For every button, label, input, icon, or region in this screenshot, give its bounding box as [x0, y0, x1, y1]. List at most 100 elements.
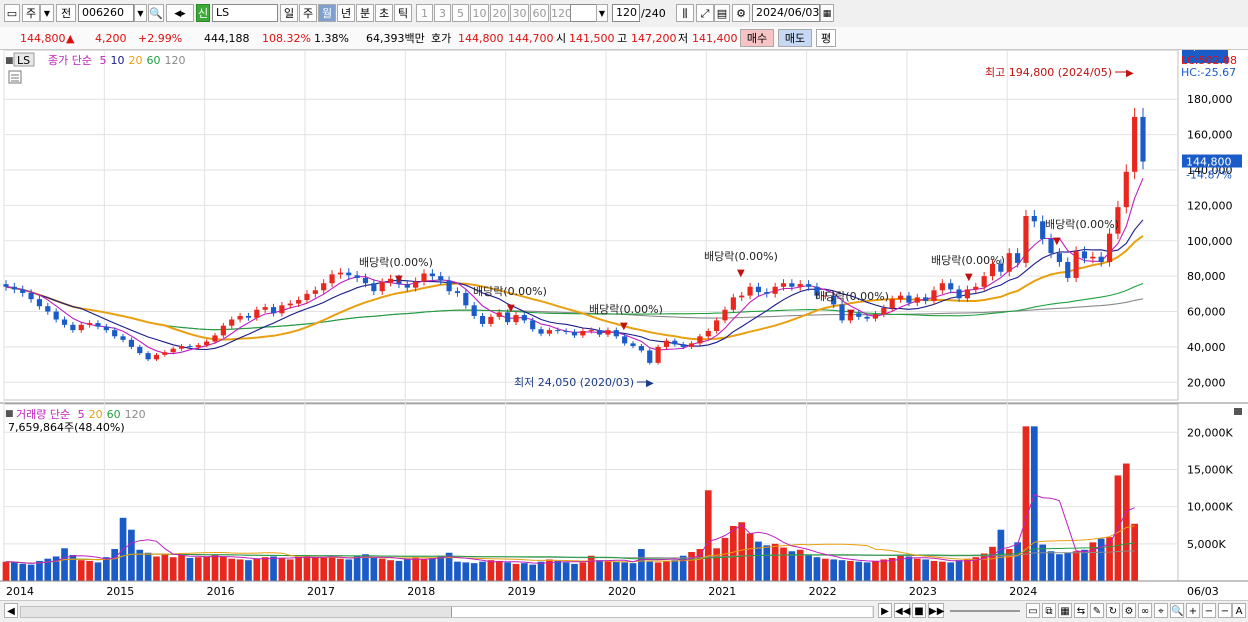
- crosshair-icon[interactable]: ⤢: [696, 4, 714, 22]
- volume-bar: [704, 490, 712, 581]
- candle-body: [714, 320, 720, 331]
- volume-bar: [888, 557, 896, 581]
- candle-body: [663, 340, 670, 347]
- interval-tab-0[interactable]: 일: [280, 4, 298, 22]
- zoom-out-icon[interactable]: −: [1202, 603, 1216, 618]
- candle-body: [1090, 256, 1096, 259]
- volume-bar: [922, 559, 929, 581]
- count-input[interactable]: 120: [612, 4, 640, 22]
- candle-body: [254, 309, 260, 318]
- number-tab-5[interactable]: 5: [452, 4, 469, 22]
- candle-body: [454, 291, 461, 293]
- interval-tab-1[interactable]: 주: [299, 4, 317, 22]
- number-tab-60[interactable]: 60: [530, 4, 549, 22]
- code-input[interactable]: 006260: [78, 4, 134, 22]
- volume-bar: [972, 557, 980, 581]
- date-input[interactable]: 2024/06/03: [752, 4, 820, 22]
- candle-body: [220, 325, 226, 336]
- number-tab-10[interactable]: 10: [470, 4, 489, 22]
- search-icon[interactable]: 🔍: [148, 4, 164, 22]
- calendar-icon[interactable]: ▦: [820, 4, 834, 22]
- candle-body: [70, 324, 76, 331]
- dividend-label: 배당락(0.00%): [589, 303, 663, 316]
- volume-bar: [1014, 542, 1021, 581]
- volume-bar: [520, 563, 528, 581]
- refresh-icon[interactable]: ↻: [1106, 603, 1120, 618]
- candle-body: [488, 316, 494, 324]
- chart-icon[interactable]: ▦: [1058, 603, 1072, 618]
- settings-icon[interactable]: ⚙: [1122, 603, 1136, 618]
- interval-tab-2[interactable]: 월: [318, 4, 336, 22]
- sell-button[interactable]: 매도: [778, 29, 812, 47]
- volume-value: 444,188: [204, 32, 250, 45]
- scroll-left-icon[interactable]: ◀: [4, 603, 18, 618]
- draw-icon[interactable]: ✎: [1090, 603, 1104, 618]
- number-tab-20[interactable]: 20: [490, 4, 509, 22]
- volume-bar: [253, 558, 261, 581]
- interval-tab-3[interactable]: 년: [337, 4, 355, 22]
- save-icon[interactable]: ▤: [714, 4, 730, 22]
- gear-icon[interactable]: ⚙: [732, 4, 750, 22]
- volume-bar: [562, 562, 570, 581]
- number-tab-30[interactable]: 30: [510, 4, 529, 22]
- fit-icon[interactable]: −: [1218, 603, 1232, 618]
- interval-tab-4[interactable]: 분: [356, 4, 374, 22]
- link-icon[interactable]: ∞: [1138, 603, 1152, 618]
- speaker-icon[interactable]: ◀▸: [166, 4, 194, 22]
- candle-body: [237, 315, 243, 320]
- number-tab-1[interactable]: 1: [416, 4, 433, 22]
- volume-bar: [102, 557, 110, 581]
- dividend-arrow-icon: ▼: [965, 272, 973, 283]
- rewind-icon[interactable]: ◀◀: [894, 603, 910, 618]
- code-dropdown-icon[interactable]: ▼: [134, 4, 147, 22]
- volume-tick-label: 5,000K: [1187, 538, 1226, 551]
- candle-body: [262, 307, 268, 310]
- candle-body: [680, 344, 686, 347]
- play-icon[interactable]: ▶: [878, 603, 892, 618]
- x-tick-label: 2018: [407, 585, 435, 598]
- candle-body: [128, 339, 134, 347]
- compare-icon[interactable]: ⇆: [1074, 603, 1088, 618]
- period-dropdown-icon[interactable]: ▼: [40, 4, 54, 22]
- eval-button[interactable]: 평: [816, 29, 836, 47]
- number-tab-120[interactable]: 120: [550, 4, 572, 22]
- interval-tab-5[interactable]: 초: [375, 4, 393, 22]
- candle-body: [312, 290, 318, 294]
- panel-close-icon[interactable]: [1234, 408, 1242, 415]
- volume-bar: [780, 547, 787, 581]
- name-input[interactable]: LS: [212, 4, 278, 22]
- scrollbar-track[interactable]: [20, 606, 874, 618]
- search-chart-icon[interactable]: 🔍: [1170, 603, 1184, 618]
- volume-bar: [1097, 538, 1105, 581]
- layout-icon[interactable]: ▭: [1026, 603, 1040, 618]
- volume-bar: [161, 554, 169, 581]
- font-icon[interactable]: A: [1232, 603, 1246, 618]
- interval-tab-6[interactable]: 틱: [394, 4, 412, 22]
- volume-bar: [537, 561, 545, 581]
- candle-body: [705, 331, 711, 337]
- number-tab-3[interactable]: 3: [434, 4, 451, 22]
- zoom-in-icon[interactable]: +: [1186, 603, 1200, 618]
- period-button[interactable]: 주: [22, 4, 40, 22]
- buy-button[interactable]: 매수: [740, 29, 774, 47]
- candle-body: [1031, 216, 1037, 222]
- stop-icon[interactable]: ■: [912, 603, 926, 618]
- candle-type-icon[interactable]: ⫼: [676, 4, 694, 22]
- current-volume-pct-label: 48.40%: [1186, 50, 1228, 53]
- forward-icon[interactable]: ▶▶: [928, 603, 944, 618]
- copy-icon[interactable]: ⧉: [1042, 603, 1056, 618]
- volume-bar: [964, 558, 971, 581]
- blank-dropdown-icon[interactable]: ▼: [596, 4, 608, 22]
- volume-bar: [939, 561, 946, 581]
- x-tick-label: 2019: [508, 585, 536, 598]
- price-legend-period-5: 5: [99, 54, 106, 67]
- prev-button[interactable]: 전: [56, 4, 76, 22]
- pin-icon[interactable]: ⌖: [1154, 603, 1168, 618]
- price-legend-period-120: 120: [164, 54, 185, 67]
- x-tick-label: 2023: [909, 585, 937, 598]
- zoom-slider[interactable]: [950, 610, 1020, 612]
- volume-bar: [245, 560, 252, 581]
- scrollbar-thumb[interactable]: [451, 607, 872, 617]
- window-menu-icon[interactable]: ▭: [4, 4, 20, 22]
- stock-chart[interactable]: 20,000 40,000 60,000 80,000 100,000 120,000 14…: [0, 50, 1248, 600]
